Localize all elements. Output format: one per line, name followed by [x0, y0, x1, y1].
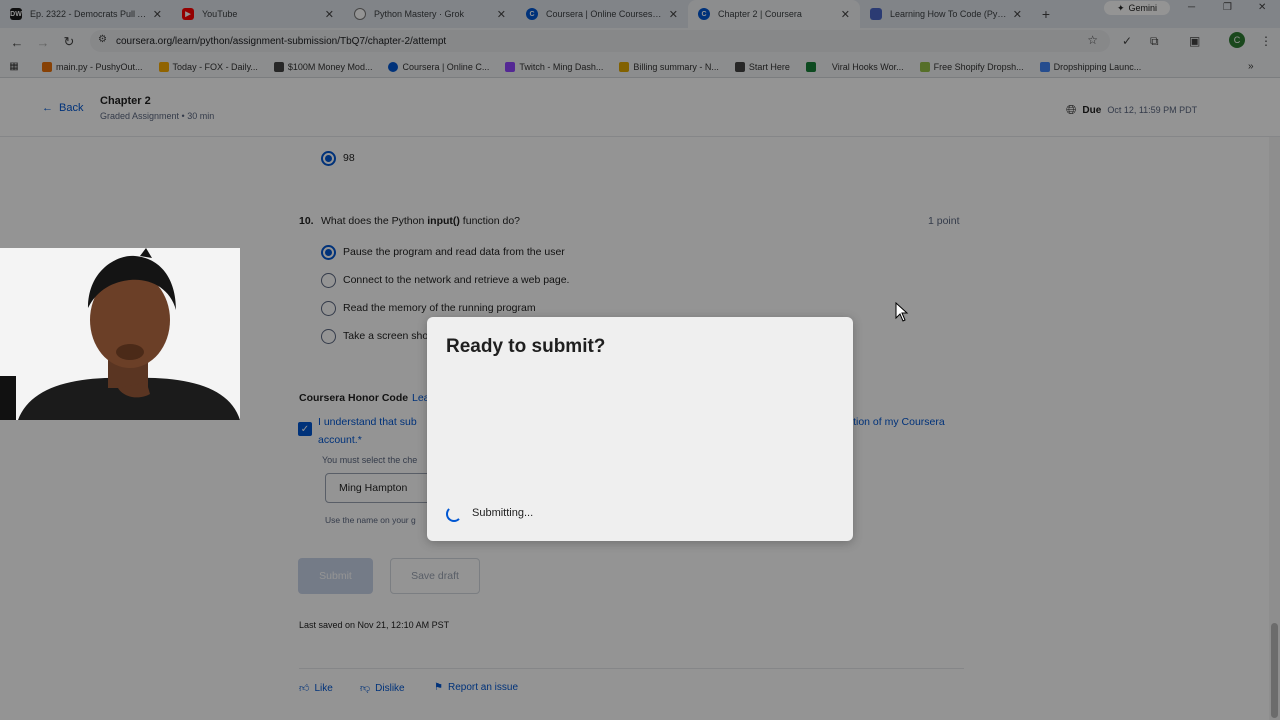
dialog-title: Ready to submit? [446, 336, 606, 357]
loading-spinner-icon [446, 506, 462, 522]
submitting-status: Submitting... [472, 507, 534, 519]
mouse-cursor-icon [895, 302, 909, 322]
submit-dialog: Ready to submit? Submitting... [427, 317, 853, 541]
webcam-person-image [0, 248, 240, 420]
webcam-overlay [0, 248, 240, 420]
